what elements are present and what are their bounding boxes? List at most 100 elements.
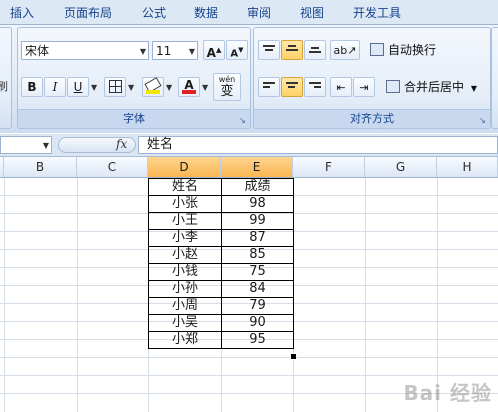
column-header-d[interactable]: D <box>148 157 221 177</box>
formula-input[interactable]: 姓名 <box>138 136 498 154</box>
top-align-button[interactable] <box>258 40 280 60</box>
alignment-group: ab↗ 自动换行 ⇤ ⇥ 合并后居中 ▼ 对齐方式 ↘ <box>253 27 491 129</box>
orientation-button[interactable]: ab↗ <box>330 40 360 60</box>
chevron-down-icon: ▼ <box>139 47 146 56</box>
table-row: 小李 87 <box>148 229 294 247</box>
italic-button[interactable]: I <box>44 77 66 97</box>
column-header-b[interactable]: B <box>4 157 77 177</box>
cell-score[interactable]: 87 <box>221 229 294 247</box>
table-row: 小张 98 <box>148 195 294 213</box>
decrease-indent-button[interactable]: ⇤ <box>330 77 352 97</box>
font-color-swatch <box>182 90 196 94</box>
column-header-c[interactable]: C <box>77 157 148 177</box>
table-row: 小王 99 <box>148 212 294 230</box>
clipboard-group-partial: 刷 <box>0 27 12 129</box>
ribbon: 刷 宋体 ▼ 11 ▼ A▲ A▼ B I U ▼ ▼ ▼ A ▼ wén 变 … <box>0 25 498 133</box>
chevron-down-icon: ▼ <box>470 84 477 93</box>
cell-name[interactable]: 小李 <box>148 229 222 247</box>
insert-function-icon[interactable]: fx <box>116 137 127 151</box>
phonetic-main: 变 <box>220 84 234 99</box>
clipboard-fragment: 刷 <box>0 80 8 93</box>
cell-name[interactable]: 小郑 <box>148 331 222 349</box>
font-color-dropdown-icon[interactable]: ▼ <box>202 83 208 92</box>
menu-view[interactable]: 视图 <box>300 4 324 21</box>
data-table: 姓名 成绩 小张 98 小王 99 小李 87 小赵 85 小钱 75 小孙 8… <box>148 178 294 349</box>
underline-button[interactable]: U <box>67 77 89 97</box>
chevron-down-icon: ▼ <box>42 141 49 150</box>
column-header-e[interactable]: E <box>221 157 293 177</box>
menu-insert[interactable]: 插入 <box>10 4 34 21</box>
align-right-button[interactable] <box>304 77 326 97</box>
column-header-f[interactable]: F <box>293 157 365 177</box>
font-group: 宋体 ▼ 11 ▼ A▲ A▼ B I U ▼ ▼ ▼ A ▼ wén 变 字体… <box>17 27 251 129</box>
cell-name[interactable]: 小周 <box>148 297 222 315</box>
cell-score[interactable]: 75 <box>221 263 294 281</box>
dialog-launcher-icon[interactable]: ↘ <box>239 116 248 125</box>
font-name-value: 宋体 <box>25 44 50 58</box>
align-left-button[interactable] <box>258 77 280 97</box>
column-header-h[interactable]: H <box>437 157 498 177</box>
name-box[interactable]: ▼ <box>0 136 52 154</box>
cell-score[interactable]: 99 <box>221 212 294 230</box>
cell-name[interactable]: 小吴 <box>148 314 222 332</box>
merge-center-button[interactable]: 合并后居中 ▼ <box>384 77 477 97</box>
cell-name[interactable]: 小孙 <box>148 280 222 298</box>
decrease-indent-icon: ⇤ <box>336 81 346 94</box>
menu-bar: 插入 页面布局 公式 数据 审阅 视图 开发工具 <box>0 0 498 25</box>
menu-developer[interactable]: 开发工具 <box>353 4 401 21</box>
cell-score[interactable]: 84 <box>221 280 294 298</box>
font-group-label: 字体 <box>18 109 250 128</box>
cell-name[interactable]: 小张 <box>148 195 222 213</box>
align-center-button[interactable] <box>281 77 303 97</box>
phonetic-button[interactable]: wén 变 <box>213 73 241 101</box>
cell-name[interactable]: 小钱 <box>148 263 222 281</box>
dialog-launcher-icon[interactable]: ↘ <box>479 116 488 125</box>
font-color-button[interactable]: A <box>178 77 200 97</box>
table-row: 小吴 90 <box>148 314 294 332</box>
cell-score[interactable]: 79 <box>221 297 294 315</box>
column-header-g[interactable]: G <box>365 157 437 177</box>
bottom-align-button[interactable] <box>304 40 326 60</box>
watermark: Bai 经验 <box>403 381 492 405</box>
middle-align-button[interactable] <box>281 40 303 60</box>
grow-font-button[interactable]: A▲ <box>203 40 225 60</box>
increase-indent-button[interactable]: ⇥ <box>353 77 375 97</box>
font-size-value: 11 <box>156 44 172 58</box>
gridline <box>0 357 498 358</box>
header-cell-score[interactable]: 成绩 <box>221 178 294 196</box>
fill-handle[interactable] <box>290 353 297 360</box>
bold-button[interactable]: B <box>21 77 43 97</box>
top-align-icon <box>263 45 275 55</box>
cell-score[interactable]: 85 <box>221 246 294 264</box>
alignment-group-label: 对齐方式 <box>254 109 490 128</box>
menu-data[interactable]: 数据 <box>194 4 218 21</box>
header-cell-name[interactable]: 姓名 <box>148 178 222 196</box>
table-row: 小孙 84 <box>148 280 294 298</box>
cell-name[interactable]: 小王 <box>148 212 222 230</box>
borders-button[interactable] <box>104 77 126 97</box>
menu-page-layout[interactable]: 页面布局 <box>64 4 112 21</box>
cell-name[interactable]: 小赵 <box>148 246 222 264</box>
cell-score[interactable]: 98 <box>221 195 294 213</box>
bottom-align-icon <box>309 47 321 57</box>
merge-center-label: 合并后居中 <box>404 80 465 94</box>
table-header-row: 姓名 成绩 <box>148 178 294 196</box>
cell-score[interactable]: 95 <box>221 331 294 349</box>
borders-dropdown-icon[interactable]: ▼ <box>128 83 134 92</box>
font-size-combo[interactable]: 11 ▼ <box>152 41 198 60</box>
cell-score[interactable]: 90 <box>221 314 294 332</box>
number-group-partial <box>491 27 498 129</box>
menu-review[interactable]: 审阅 <box>247 4 271 21</box>
fill-color-dropdown-icon[interactable]: ▼ <box>166 83 172 92</box>
underline-dropdown-icon[interactable]: ▼ <box>91 83 97 92</box>
fill-color-button[interactable] <box>142 77 164 97</box>
wrap-text-label: 自动换行 <box>388 43 437 57</box>
shrink-font-button[interactable]: A▼ <box>226 40 248 60</box>
borders-icon <box>108 80 122 93</box>
merge-center-icon <box>386 80 400 93</box>
font-name-combo[interactable]: 宋体 ▼ <box>21 41 149 60</box>
align-right-icon <box>309 82 321 92</box>
wrap-text-icon <box>370 43 384 56</box>
wrap-text-button[interactable]: 自动换行 <box>368 40 436 60</box>
menu-formulas[interactable]: 公式 <box>142 4 166 21</box>
